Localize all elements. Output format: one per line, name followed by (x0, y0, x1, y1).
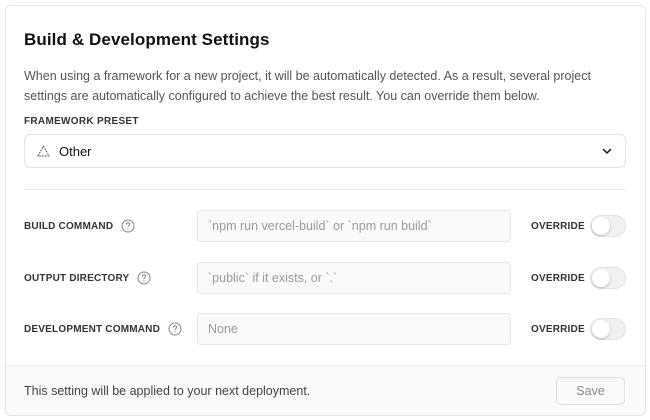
card-footer: This setting will be applied to your nex… (6, 365, 645, 415)
footer-note: This setting will be applied to your nex… (24, 384, 311, 398)
section-description: When using a framework for a new project… (24, 69, 591, 103)
build-command-label: BUILD COMMAND (24, 210, 135, 242)
development-command-input[interactable] (197, 313, 511, 345)
toggle-knob (592, 320, 610, 338)
triangle-warning-icon (37, 144, 51, 158)
output-directory-override-label: OVERRIDE (531, 272, 585, 284)
development-command-row: DEVELOPMENT COMMAND OVERRIDE (6, 313, 645, 345)
framework-preset-select[interactable]: Other (24, 134, 626, 168)
help-icon[interactable] (121, 219, 135, 233)
output-directory-label-text: OUTPUT DIRECTORY (24, 272, 130, 284)
help-icon[interactable] (168, 322, 182, 336)
framework-preset-value: Other (59, 143, 92, 159)
development-command-override-toggle[interactable] (590, 318, 626, 340)
development-command-label-text: DEVELOPMENT COMMAND (24, 323, 161, 335)
help-icon[interactable] (137, 271, 151, 285)
build-command-override-toggle[interactable] (590, 215, 626, 237)
toggle-knob (592, 217, 610, 235)
build-command-input[interactable] (197, 210, 511, 242)
output-directory-override-toggle[interactable] (590, 267, 626, 289)
build-settings-card: Build & Development Settings When using … (5, 5, 646, 416)
output-directory-label: OUTPUT DIRECTORY (24, 262, 151, 294)
build-command-row: BUILD COMMAND OVERRIDE (6, 210, 645, 242)
development-command-override-label: OVERRIDE (531, 323, 585, 335)
save-button[interactable]: Save (556, 377, 625, 405)
section-title: Build & Development Settings (24, 30, 270, 49)
output-directory-row: OUTPUT DIRECTORY OVERRIDE (6, 262, 645, 294)
framework-preset-label: FRAMEWORK PRESET (24, 116, 139, 127)
chevron-down-icon (601, 145, 613, 157)
divider (24, 189, 626, 190)
development-command-label: DEVELOPMENT COMMAND (24, 313, 182, 345)
build-command-label-text: BUILD COMMAND (24, 220, 114, 232)
build-command-override-label: OVERRIDE (531, 220, 585, 232)
toggle-knob (592, 269, 610, 287)
output-directory-input[interactable] (197, 262, 511, 294)
